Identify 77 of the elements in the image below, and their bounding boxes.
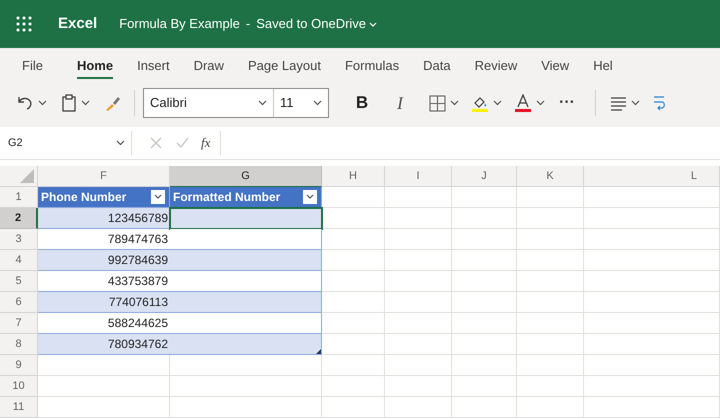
- paintbrush-icon[interactable]: [104, 94, 122, 112]
- resize-handle-icon[interactable]: [316, 349, 321, 354]
- undo-icon[interactable]: [16, 95, 34, 111]
- column-header[interactable]: L: [584, 166, 720, 187]
- row-header[interactable]: 11: [0, 397, 38, 418]
- row-header[interactable]: 4: [0, 250, 38, 271]
- ribbon-tab[interactable]: File: [14, 47, 55, 85]
- row-header[interactable]: 1: [0, 187, 38, 208]
- table-cell[interactable]: [170, 292, 322, 313]
- table-cell[interactable]: [170, 250, 322, 271]
- filter-dropdown-icon[interactable]: [151, 190, 165, 204]
- ribbon-tab[interactable]: Home: [64, 47, 126, 85]
- table-cell: 789474763: [38, 229, 170, 250]
- title-separator: -: [246, 15, 250, 34]
- table-cell: 433753879: [38, 271, 170, 292]
- font-size-dropdown[interactable]: 11: [274, 89, 328, 117]
- table-header[interactable]: Formatted Number: [170, 187, 322, 208]
- font-color-icon[interactable]: [514, 94, 532, 112]
- table-cell: 774076113: [38, 292, 170, 313]
- more-options-button[interactable]: ···: [559, 91, 575, 115]
- chevron-down-icon: [493, 100, 502, 106]
- wrap-text-icon[interactable]: [652, 94, 666, 112]
- row-header[interactable]: 2: [0, 208, 38, 229]
- table-cell[interactable]: [170, 208, 322, 229]
- column-header[interactable]: F: [38, 166, 170, 187]
- table-cell[interactable]: [170, 334, 322, 355]
- ribbon-tab[interactable]: Page Layout: [236, 47, 333, 85]
- chevron-down-icon: [536, 100, 545, 106]
- ribbon-tab[interactable]: Formulas: [332, 47, 412, 85]
- column-header[interactable]: I: [385, 166, 452, 187]
- column-header[interactable]: J: [452, 166, 517, 187]
- insert-function-button[interactable]: fx: [201, 133, 210, 153]
- column-header[interactable]: H: [322, 166, 385, 187]
- name-box[interactable]: G2: [2, 131, 132, 155]
- chevron-down-icon: [258, 100, 267, 106]
- ribbon-tab[interactable]: Draw: [182, 47, 236, 85]
- ribbon-tab[interactable]: Data: [411, 47, 463, 85]
- bold-button[interactable]: B: [351, 90, 373, 116]
- check-icon[interactable]: [176, 137, 189, 149]
- filter-dropdown-icon[interactable]: [303, 190, 317, 204]
- ribbon-tab[interactable]: Review: [462, 47, 530, 85]
- ribbon-tab[interactable]: Hel: [581, 47, 625, 85]
- table-cell[interactable]: [170, 271, 322, 292]
- row-header[interactable]: 7: [0, 313, 38, 334]
- table-header[interactable]: Phone Number: [38, 187, 170, 208]
- chevron-down-icon: [81, 100, 90, 106]
- font-dropdown[interactable]: Calibri: [144, 89, 274, 117]
- chevron-down-icon: [369, 22, 378, 26]
- chevron-down-icon: [630, 100, 640, 106]
- table-cell[interactable]: [170, 313, 322, 334]
- table-cell: 588244625: [38, 313, 170, 334]
- row-header[interactable]: 5: [0, 271, 38, 292]
- ribbon-tab[interactable]: Insert: [125, 47, 182, 85]
- app-name: Excel: [58, 14, 98, 34]
- app-launcher-icon[interactable]: [16, 16, 32, 32]
- ribbon-tab[interactable]: View: [529, 47, 582, 85]
- row-header[interactable]: 6: [0, 292, 38, 313]
- chevron-down-icon: [313, 100, 322, 106]
- chevron-down-icon: [38, 100, 47, 106]
- chevron-down-icon: [116, 140, 125, 146]
- clipboard-icon[interactable]: [61, 94, 77, 112]
- chevron-down-icon: [450, 100, 459, 106]
- column-header[interactable]: G: [170, 166, 322, 187]
- table-cell[interactable]: [170, 229, 322, 250]
- row-header[interactable]: 8: [0, 334, 38, 355]
- table-cell: 123456789: [38, 208, 170, 229]
- borders-icon[interactable]: [429, 94, 446, 112]
- row-header[interactable]: 9: [0, 355, 38, 376]
- column-header[interactable]: K: [517, 166, 584, 187]
- italic-button[interactable]: I: [389, 90, 411, 116]
- document-title[interactable]: Formula By Example: [119, 14, 240, 34]
- row-header[interactable]: 10: [0, 376, 38, 397]
- align-icon[interactable]: [610, 96, 627, 110]
- table-cell: 780934762: [38, 334, 170, 355]
- save-status[interactable]: Saved to OneDrive: [256, 14, 378, 34]
- table-cell: 992784639: [38, 250, 170, 271]
- row-header[interactable]: 3: [0, 229, 38, 250]
